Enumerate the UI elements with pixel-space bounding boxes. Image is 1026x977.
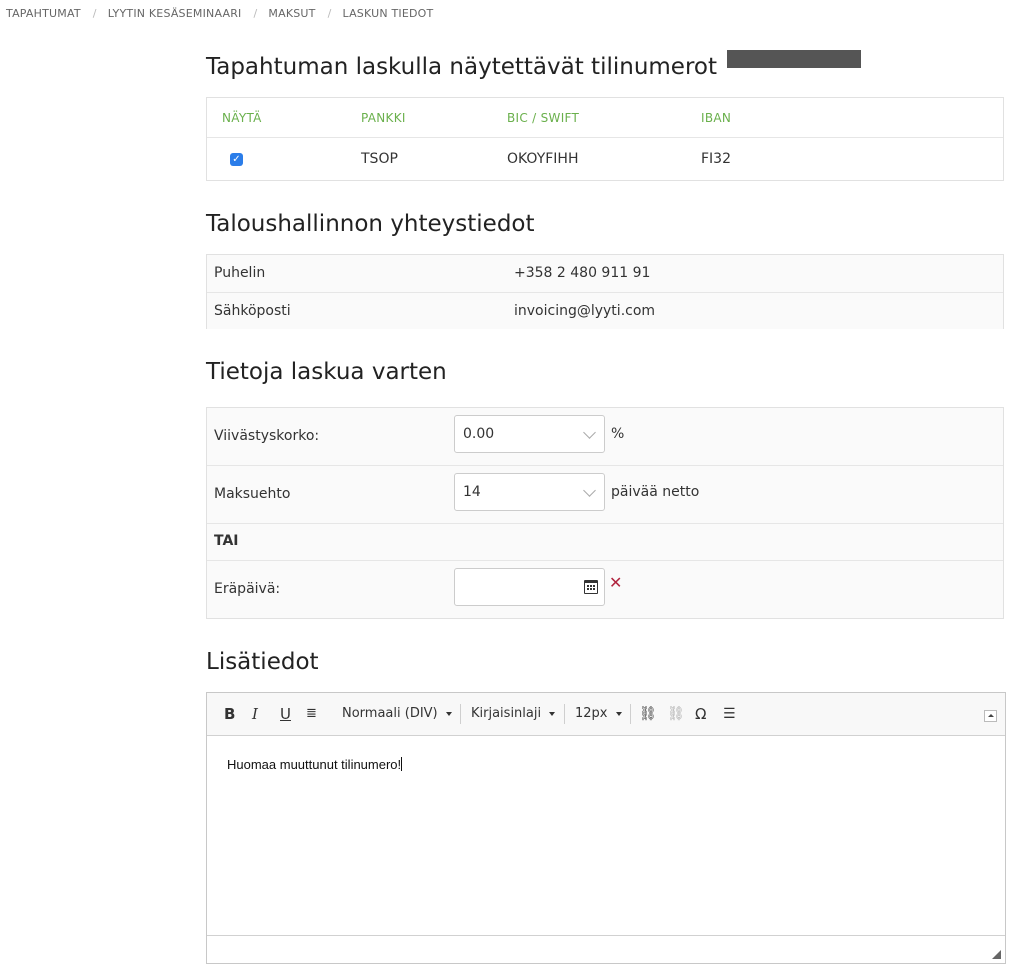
due-date-label: Eräpäivä: (214, 581, 281, 597)
column-header-iban: IBAN (701, 111, 732, 125)
email-label: Sähköposti (214, 303, 291, 319)
breadcrumb-current: LASKUN TIEDOT (342, 7, 434, 20)
calendar-icon[interactable] (584, 580, 598, 594)
invoice-section-title: Tietoja laskua varten (206, 359, 447, 385)
payment-terms-row: Maksuehto 14 päivää netto (207, 466, 1003, 524)
editor-text: Huomaa muuttunut tilinumero! (227, 757, 402, 772)
format-dropdown[interactable]: Normaali (DIV) (342, 705, 452, 723)
breadcrumb-separator: / (92, 7, 97, 20)
chevron-down-icon (583, 484, 596, 497)
breadcrumb-event[interactable]: LYYTIN KESÄSEMINAARI (108, 7, 242, 20)
email-value: invoicing@lyyti.com (514, 303, 656, 319)
payment-terms-suffix: päivää netto (611, 484, 700, 500)
phone-value: +358 2 480 911 91 (514, 265, 651, 281)
due-date-input[interactable] (454, 568, 605, 606)
show-account-checkbox[interactable]: ✓ (230, 153, 243, 166)
breadcrumb-separator: / (253, 7, 258, 20)
bank-section-title: Tapahtuman laskulla näytettävät tilinume… (206, 54, 717, 80)
payment-terms-select[interactable]: 14 (454, 473, 605, 511)
dropdown-arrow-icon (615, 711, 622, 716)
toolbar-divider (630, 704, 631, 724)
late-interest-select[interactable]: 0.00 (454, 415, 605, 453)
late-interest-value: 0.00 (463, 426, 495, 442)
iban-prefix: FI32 (701, 151, 731, 167)
invoice-info-table: Viivästyskorko: 0.00 % Maksuehto 14 päiv… (206, 407, 1004, 619)
breadcrumb-payments[interactable]: MAKSUT (268, 7, 315, 20)
bic-code: OKOYFIHH (507, 151, 579, 167)
special-character-button[interactable]: Ω (695, 705, 706, 723)
resize-handle-icon[interactable] (992, 950, 1001, 959)
table-row: Puhelin +358 2 480 911 91 (207, 255, 1003, 292)
editor-statusbar (207, 935, 1005, 963)
breadcrumb-separator: / (327, 7, 332, 20)
column-header-bic: BIC / SWIFT (507, 111, 580, 125)
italic-button[interactable]: I (252, 705, 258, 723)
font-size-label: 12px (575, 706, 608, 721)
column-header-bank: PANKKI (361, 111, 406, 125)
dropdown-arrow-icon (549, 711, 556, 716)
late-interest-row: Viivästyskorko: 0.00 % (207, 408, 1003, 466)
payment-terms-label: Maksuehto (214, 486, 291, 502)
table-row: Sähköposti invoicing@lyyti.com (207, 292, 1003, 329)
font-dropdown-label: Kirjaisinlaji (471, 706, 542, 721)
rich-text-editor: B I U ≣ Normaali (DIV) Kirjaisinlaji 12p… (206, 692, 1006, 964)
underline-button[interactable]: U (280, 705, 291, 723)
collapse-toolbar-icon[interactable] (984, 710, 997, 722)
or-row: TAI (207, 524, 1003, 561)
dropdown-arrow-icon (445, 711, 452, 716)
phone-label: Puhelin (214, 265, 266, 281)
clear-date-icon[interactable]: ✕ (609, 575, 622, 591)
format-dropdown-label: Normaali (DIV) (342, 706, 438, 721)
bank-accounts-table: NÄYTÄ PANKKI BIC / SWIFT IBAN ✓ TSOP OKO… (206, 97, 1004, 181)
strikethrough-icon[interactable]: ≣ (306, 705, 317, 723)
column-header-show: NÄYTÄ (222, 111, 262, 125)
breadcrumb: TAPAHTUMAT / LYYTIN KESÄSEMINAARI / MAKSUT / L… (6, 7, 433, 20)
due-date-row: Eräpäivä: ✕ (207, 561, 1003, 619)
text-caret (401, 757, 403, 771)
breadcrumb-events[interactable]: TAPAHTUMAT (6, 7, 81, 20)
late-interest-suffix: % (611, 426, 625, 442)
table-header: NÄYTÄ PANKKI BIC / SWIFT IBAN (207, 98, 1003, 138)
extra-section-title: Lisätiedot (206, 649, 319, 675)
iban-redaction (727, 50, 861, 68)
late-interest-label: Viivästyskorko: (214, 428, 320, 444)
editor-toolbar: B I U ≣ Normaali (DIV) Kirjaisinlaji 12p… (207, 693, 1005, 736)
bullet-list-icon[interactable]: ☰ (723, 705, 736, 723)
font-dropdown[interactable]: Kirjaisinlaji (471, 705, 556, 723)
bank-name: TSOP (361, 151, 398, 167)
chevron-down-icon (583, 426, 596, 439)
contact-section-title: Taloushallinnon yhteystiedot (206, 211, 535, 237)
or-label: TAI (214, 533, 239, 549)
toolbar-divider (460, 704, 461, 724)
link-icon[interactable]: ⛓ (639, 705, 657, 723)
bold-button[interactable]: B (224, 705, 235, 723)
font-size-dropdown[interactable]: 12px (575, 705, 622, 723)
editor-content[interactable]: Huomaa muuttunut tilinumero! (227, 757, 403, 772)
payment-terms-value: 14 (463, 484, 481, 500)
contact-table: Puhelin +358 2 480 911 91 Sähköposti inv… (206, 254, 1004, 329)
unlink-icon[interactable]: ⛓ (667, 705, 685, 723)
toolbar-divider (564, 704, 565, 724)
